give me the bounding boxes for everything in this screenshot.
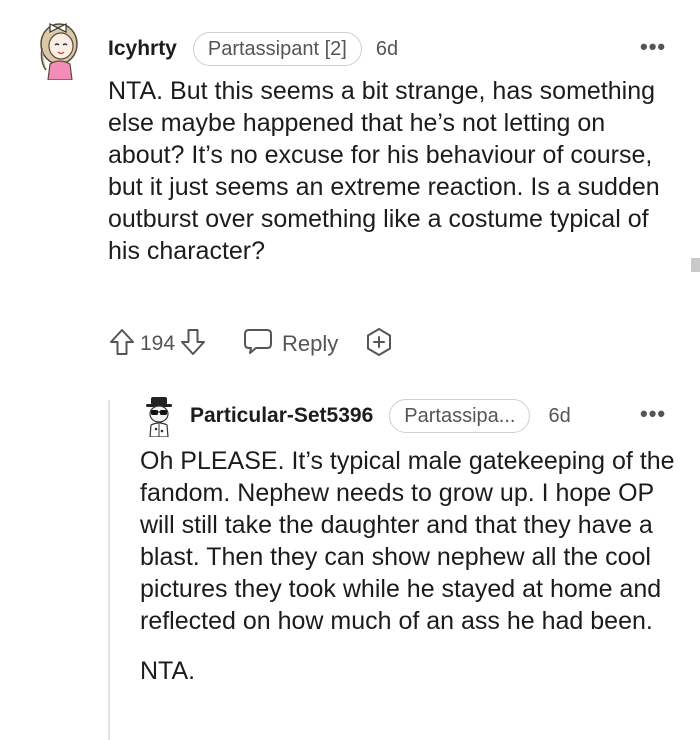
upvote-arrow-icon[interactable] bbox=[108, 327, 136, 362]
girl-avatar-icon[interactable] bbox=[36, 20, 82, 81]
more-options-icon[interactable]: ••• bbox=[640, 36, 666, 58]
comment-body: NTA. But this seems a bit strange, has s… bbox=[108, 77, 660, 265]
username[interactable]: Icyhrty bbox=[108, 37, 177, 61]
vote-count: 194 bbox=[140, 332, 176, 355]
reply-label: Reply bbox=[282, 331, 339, 356]
reply-paragraph: NTA. bbox=[140, 657, 196, 685]
award-plus-icon bbox=[364, 327, 394, 362]
scrollbar[interactable] bbox=[691, 258, 700, 272]
reply-username[interactable]: Particular-Set5396 bbox=[190, 404, 373, 428]
reply-button[interactable]: Reply bbox=[243, 327, 338, 361]
reply-paragraph: Oh PLEASE. It’s typical male gatekeeping… bbox=[140, 447, 675, 635]
user-flair: Partassipant [2] bbox=[192, 32, 362, 66]
comment-header: Icyhrty Partassipant [2] 6d bbox=[108, 32, 398, 66]
reply-timestamp[interactable]: 6d bbox=[548, 405, 570, 428]
reply-more-options-icon[interactable]: ••• bbox=[640, 403, 666, 425]
speech-bubble-icon bbox=[243, 327, 273, 361]
reply-user-flair: Partassipa... bbox=[389, 399, 531, 433]
downvote-arrow-icon[interactable] bbox=[179, 327, 207, 362]
timestamp[interactable]: 6d bbox=[376, 38, 398, 61]
thread-line[interactable] bbox=[108, 400, 110, 740]
comment-actions: 194 Reply bbox=[108, 326, 394, 362]
reply-body: Oh PLEASE. It’s typical male gatekeeping… bbox=[140, 445, 685, 687]
award-button[interactable] bbox=[364, 327, 394, 362]
hat-sunglasses-avatar-icon[interactable] bbox=[142, 395, 176, 438]
reply-header: Particular-Set5396 Partassipa... 6d bbox=[190, 399, 571, 433]
